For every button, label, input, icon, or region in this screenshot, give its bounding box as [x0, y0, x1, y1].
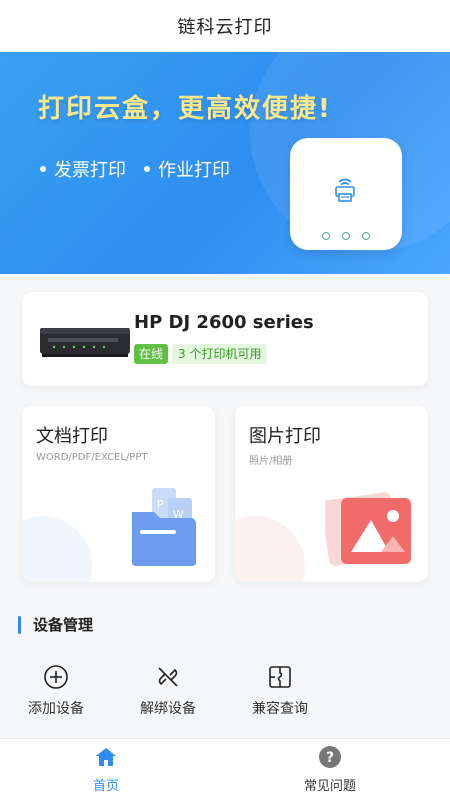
- decor-blob: [235, 516, 305, 582]
- banner-tag-label: 作业打印: [158, 160, 230, 181]
- app-title: 链科云打印: [177, 17, 273, 38]
- document-print-title: 文档打印: [36, 426, 108, 447]
- image-print-card[interactable]: 图片打印 照片/相册: [235, 406, 428, 582]
- svg-text:P: P: [157, 498, 164, 511]
- puzzle-icon: [269, 666, 291, 688]
- plus-circle-icon: [44, 665, 68, 689]
- printer-device-image: [40, 328, 130, 357]
- device-actions: 添加设备 解绑设备 兼容查询: [0, 660, 450, 730]
- banner-tag-label: 发票打印: [54, 160, 126, 181]
- photo-icon: [325, 492, 411, 566]
- banner-tag: 作业打印: [144, 156, 230, 182]
- tab-home-label: 首页: [92, 779, 119, 794]
- help-icon: ?: [319, 746, 341, 768]
- document-print-card[interactable]: 文档打印 WORD/PDF/EXCEL/PPT P W: [22, 406, 215, 582]
- banner-tag: 发票打印: [40, 156, 126, 182]
- print-box-logo-icon: [335, 178, 355, 202]
- document-folder-icon: P W: [132, 488, 196, 566]
- tab-faq[interactable]: ? 常见问题: [290, 745, 370, 794]
- section-accent-bar: [18, 615, 21, 634]
- compatibility-check-label: 兼容查询: [252, 701, 308, 717]
- banner-tags: 发票打印 作业打印: [40, 156, 230, 182]
- tab-home[interactable]: 首页: [66, 745, 146, 794]
- power-led-icon: [322, 232, 330, 240]
- promo-banner[interactable]: 打印云盒，更高效便捷! 发票打印 作业打印: [0, 52, 450, 274]
- compatibility-check-button[interactable]: 兼容查询: [240, 660, 320, 718]
- printer-led-icon: [362, 232, 370, 240]
- device-management-header: 设备管理: [18, 614, 93, 635]
- unbind-device-button[interactable]: 解绑设备: [128, 660, 208, 718]
- decor-blob: [22, 516, 92, 582]
- add-device-button[interactable]: 添加设备: [16, 660, 96, 718]
- banner-headline: 打印云盒，更高效便捷!: [38, 94, 332, 124]
- cloud-led-icon: [342, 232, 350, 240]
- svg-text:?: ?: [326, 750, 334, 766]
- unbind-device-label: 解绑设备: [140, 701, 196, 717]
- available-printers-badge: 3 个打印机可用: [172, 344, 268, 364]
- printer-name: HP DJ 2600 series: [134, 312, 314, 333]
- add-device-label: 添加设备: [28, 701, 84, 717]
- image-print-subtitle: 照片/相册: [249, 456, 293, 467]
- top-bar: 链科云打印: [0, 0, 450, 52]
- status-leds: [322, 232, 370, 240]
- home-icon: [96, 748, 116, 766]
- tab-faq-label: 常见问题: [303, 779, 356, 794]
- section-title: 设备管理: [33, 616, 94, 634]
- bullet-dot: [40, 166, 46, 172]
- online-status-badge: 在线: [134, 344, 169, 364]
- document-print-subtitle: WORD/PDF/EXCEL/PPT: [36, 452, 148, 463]
- bullet-dot: [144, 166, 150, 172]
- printer-status-card[interactable]: HP DJ 2600 series 在线 3 个打印机可用: [22, 292, 428, 386]
- image-print-title: 图片打印: [249, 426, 321, 447]
- unlink-icon: [158, 667, 178, 687]
- bottom-tab-bar: 首页 ? 常见问题: [0, 738, 450, 800]
- print-box-image: [290, 138, 402, 250]
